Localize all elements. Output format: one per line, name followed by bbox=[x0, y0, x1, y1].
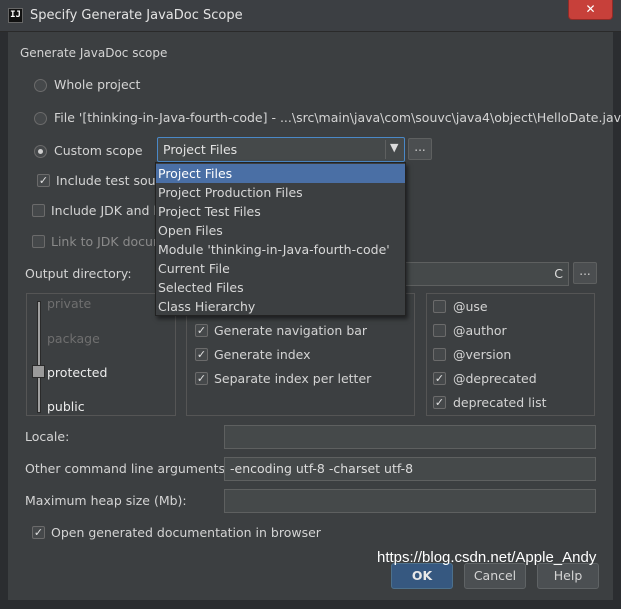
dropdown-item-module[interactable]: Module 'thinking-in-Java-fourth-code' bbox=[156, 240, 405, 259]
radio-whole-project[interactable] bbox=[34, 79, 47, 92]
open-in-browser-label: Open generated documentation in browser bbox=[51, 525, 321, 540]
dropdown-item-project-production-files[interactable]: Project Production Files bbox=[156, 183, 405, 202]
locale-field[interactable] bbox=[224, 425, 596, 449]
deprecated-tag-checkbox[interactable]: ✓ bbox=[433, 372, 446, 385]
ok-button[interactable]: OK bbox=[391, 563, 453, 589]
output-directory-label: Output directory: bbox=[25, 266, 132, 281]
watermark-text: https://blog.csdn.net/Apple_Andy bbox=[377, 549, 597, 566]
deprecated-list-label: deprecated list bbox=[453, 395, 547, 410]
whole-project-label: Whole project bbox=[54, 77, 141, 92]
visibility-slider-thumb[interactable] bbox=[32, 365, 45, 378]
locale-label: Locale: bbox=[25, 429, 70, 444]
help-button[interactable]: Help bbox=[537, 563, 599, 589]
title-bar: IJ Specify Generate JavaDoc Scope ✕ bbox=[0, 0, 621, 32]
file-label: File '[thinking-in-Java-fourth-code] - .… bbox=[54, 110, 621, 125]
cancel-button[interactable]: Cancel bbox=[464, 563, 526, 589]
chevron-down-icon[interactable]: ▼ bbox=[390, 141, 398, 154]
other-args-field[interactable]: -encoding utf-8 -charset utf-8 bbox=[224, 457, 596, 481]
visibility-public: public bbox=[47, 399, 85, 414]
output-directory-value: C bbox=[554, 266, 563, 281]
version-tag-checkbox[interactable] bbox=[433, 348, 446, 361]
scope-dropdown-list: Project Files Project Production Files P… bbox=[155, 162, 406, 316]
navigation-bar-label: Generate navigation bar bbox=[214, 323, 368, 338]
custom-scope-label: Custom scope bbox=[54, 143, 143, 158]
dialog-content: Generate JavaDoc scope Whole project Fil… bbox=[8, 32, 621, 600]
dropdown-item-selected-files[interactable]: Selected Files bbox=[156, 278, 405, 297]
combo-separator bbox=[385, 140, 386, 159]
include-jdk-checkbox[interactable] bbox=[32, 204, 45, 217]
use-tag-checkbox[interactable] bbox=[433, 300, 446, 313]
max-heap-label: Maximum heap size (Mb): bbox=[25, 493, 187, 508]
dropdown-item-project-files[interactable]: Project Files bbox=[156, 164, 405, 183]
output-browse-button[interactable]: ... bbox=[573, 262, 597, 284]
deprecated-list-checkbox[interactable]: ✓ bbox=[433, 396, 446, 409]
open-in-browser-checkbox[interactable]: ✓ bbox=[32, 526, 45, 539]
dropdown-item-open-files[interactable]: Open Files bbox=[156, 221, 405, 240]
link-jdk-checkbox[interactable] bbox=[32, 235, 45, 248]
visibility-private: private bbox=[47, 296, 92, 311]
max-heap-field[interactable] bbox=[224, 489, 596, 513]
use-tag-label: @use bbox=[453, 299, 488, 314]
radio-custom-scope[interactable] bbox=[34, 145, 47, 158]
deprecated-tag-label: @deprecated bbox=[453, 371, 537, 386]
scope-browse-button[interactable]: ... bbox=[408, 138, 432, 160]
custom-scope-combo[interactable]: Project Files ▼ bbox=[157, 137, 405, 162]
version-tag-label: @version bbox=[453, 347, 512, 362]
other-args-label: Other command line arguments: bbox=[25, 461, 230, 476]
navigation-bar-checkbox[interactable]: ✓ bbox=[195, 324, 208, 337]
radio-file[interactable] bbox=[34, 112, 47, 125]
visibility-protected: protected bbox=[47, 365, 108, 380]
dropdown-item-class-hierarchy[interactable]: Class Hierarchy bbox=[156, 297, 405, 316]
visibility-package: package bbox=[47, 331, 100, 346]
author-tag-label: @author bbox=[453, 323, 507, 338]
dropdown-item-project-test-files[interactable]: Project Test Files bbox=[156, 202, 405, 221]
intellij-app-icon: IJ bbox=[8, 8, 23, 23]
separate-index-label: Separate index per letter bbox=[214, 371, 372, 386]
dropdown-item-current-file[interactable]: Current File bbox=[156, 259, 405, 278]
visibility-slider-track[interactable] bbox=[37, 301, 41, 413]
combo-value: Project Files bbox=[163, 142, 238, 157]
window-title: Specify Generate JavaDoc Scope bbox=[30, 8, 243, 23]
scope-group-label: Generate JavaDoc scope bbox=[20, 46, 168, 60]
author-tag-checkbox[interactable] bbox=[433, 324, 446, 337]
include-test-checkbox[interactable]: ✓ bbox=[37, 174, 50, 187]
generate-index-checkbox[interactable]: ✓ bbox=[195, 348, 208, 361]
close-button[interactable]: ✕ bbox=[568, 0, 613, 20]
visibility-panel bbox=[26, 293, 176, 416]
separate-index-checkbox[interactable]: ✓ bbox=[195, 372, 208, 385]
generate-index-label: Generate index bbox=[214, 347, 311, 362]
